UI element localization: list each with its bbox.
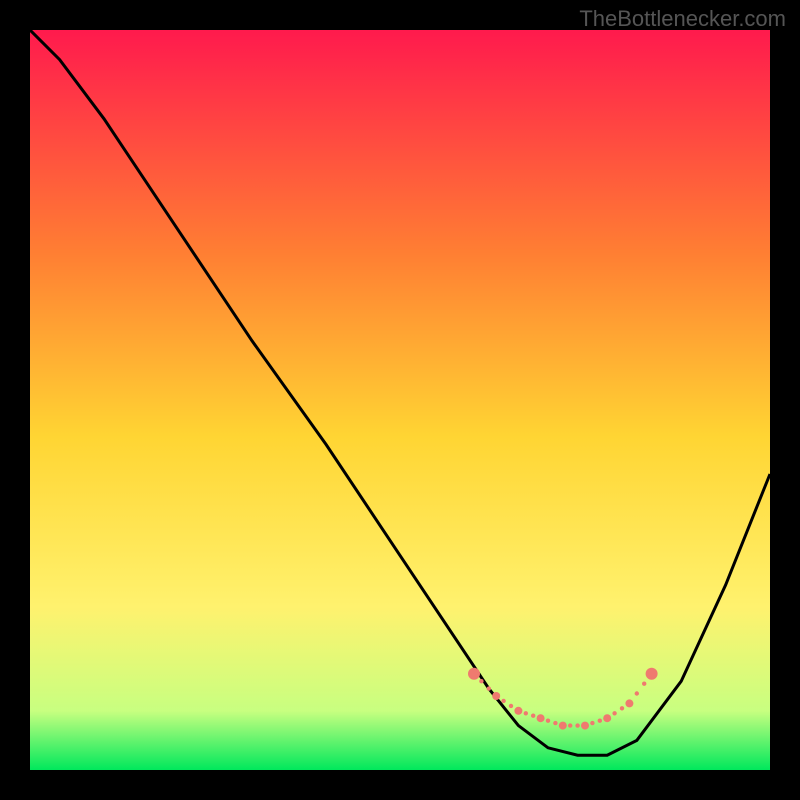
bottleneck-chart bbox=[30, 30, 770, 770]
optimal-marker bbox=[537, 714, 545, 722]
chart-svg bbox=[30, 30, 770, 770]
optimal-marker bbox=[581, 722, 589, 730]
optimal-marker bbox=[559, 722, 567, 730]
optimal-marker bbox=[646, 668, 658, 680]
optimal-marker bbox=[514, 707, 522, 715]
optimal-marker bbox=[603, 714, 611, 722]
optimal-marker bbox=[468, 668, 480, 680]
optimal-marker bbox=[492, 692, 500, 700]
optimal-marker bbox=[625, 699, 633, 707]
watermark-text: TheBottlenecker.com bbox=[579, 6, 786, 32]
gradient-background bbox=[30, 30, 770, 770]
